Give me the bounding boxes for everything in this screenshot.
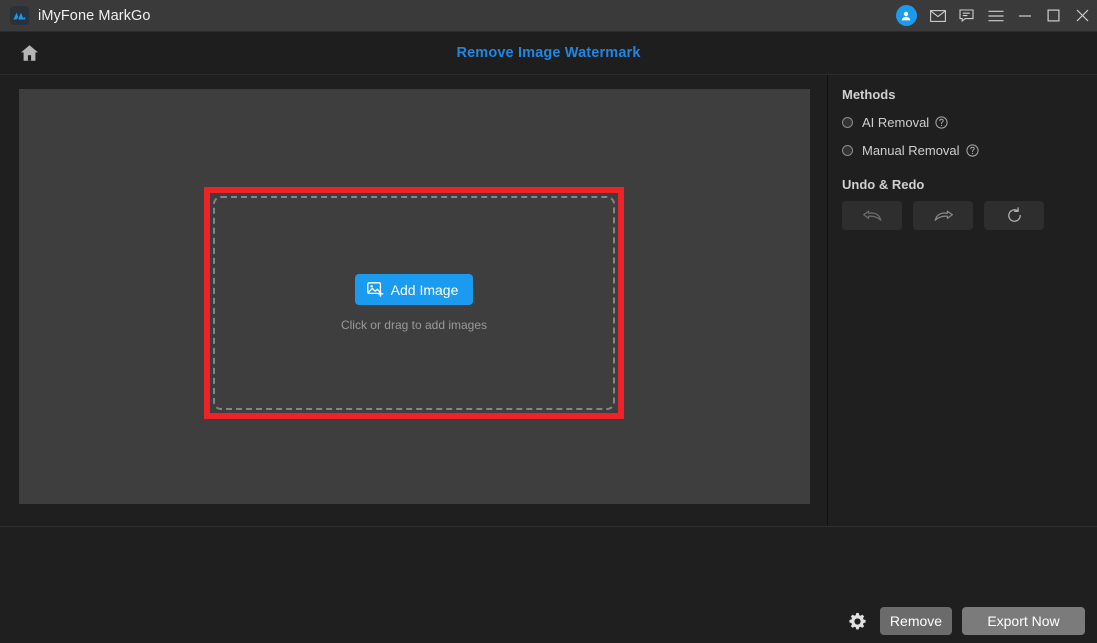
method-option-manual-removal[interactable]: Manual Removal <box>842 139 1097 161</box>
redo-button[interactable] <box>913 201 973 230</box>
add-image-button[interactable]: Add Image <box>355 274 474 305</box>
account-avatar[interactable] <box>889 0 923 31</box>
methods-section-title: Methods <box>842 87 1097 102</box>
image-plus-icon <box>367 282 384 297</box>
undo-button[interactable] <box>842 201 902 230</box>
main-body: Add Image Click or drag to add images Me… <box>0 75 1097 526</box>
menu-button[interactable] <box>981 0 1010 31</box>
reset-button[interactable] <box>984 201 1044 230</box>
redo-arrow-icon <box>933 208 954 223</box>
method-option-ai-removal[interactable]: AI Removal <box>842 111 1097 133</box>
undo-redo-section-title: Undo & Redo <box>842 177 1097 192</box>
bottom-bar: Remove Export Now <box>0 526 1097 643</box>
envelope-icon <box>930 10 946 22</box>
radio-icon[interactable] <box>842 145 853 156</box>
markgo-logo-icon <box>10 6 29 25</box>
options-pane: Methods AI Removal Manual Removal <box>828 75 1097 526</box>
bottom-actions: Remove Export Now <box>846 607 1085 635</box>
radio-icon[interactable] <box>842 117 853 128</box>
image-dropzone[interactable]: Add Image Click or drag to add images <box>213 196 615 410</box>
window-controls <box>889 0 1097 31</box>
hamburger-menu-icon <box>988 10 1004 22</box>
method-option-label: Manual Removal <box>862 143 960 158</box>
maximize-button[interactable] <box>1039 0 1068 31</box>
minimize-button[interactable] <box>1010 0 1039 31</box>
gear-icon <box>848 612 867 631</box>
header-bar: Remove Image Watermark <box>0 32 1097 75</box>
add-image-label: Add Image <box>391 282 459 298</box>
feedback-button[interactable] <box>952 0 981 31</box>
settings-button[interactable] <box>846 610 868 632</box>
home-button[interactable] <box>11 38 47 68</box>
refresh-icon <box>1006 207 1023 224</box>
application-window: iMyFone MarkGo <box>0 0 1097 643</box>
question-circle-icon[interactable] <box>966 144 979 157</box>
user-icon <box>896 5 917 26</box>
home-icon <box>20 44 39 62</box>
chat-bubble-icon <box>959 9 974 22</box>
remove-button[interactable]: Remove <box>880 607 952 635</box>
editor-pane: Add Image Click or drag to add images <box>0 75 828 526</box>
page-title: Remove Image Watermark <box>0 45 1097 61</box>
method-option-label: AI Removal <box>862 115 929 130</box>
close-icon <box>1076 9 1089 22</box>
title-bar: iMyFone MarkGo <box>0 0 1097 32</box>
export-now-button[interactable]: Export Now <box>962 607 1085 635</box>
app-title: iMyFone MarkGo <box>38 8 151 24</box>
undo-redo-buttons <box>842 201 1097 230</box>
question-circle-icon[interactable] <box>935 116 948 129</box>
image-canvas[interactable]: Add Image Click or drag to add images <box>19 89 810 504</box>
maximize-icon <box>1047 9 1060 22</box>
mail-button[interactable] <box>923 0 952 31</box>
close-button[interactable] <box>1068 0 1097 31</box>
minimize-icon <box>1018 10 1032 22</box>
undo-arrow-icon <box>862 208 883 223</box>
dropzone-hint: Click or drag to add images <box>341 318 487 332</box>
